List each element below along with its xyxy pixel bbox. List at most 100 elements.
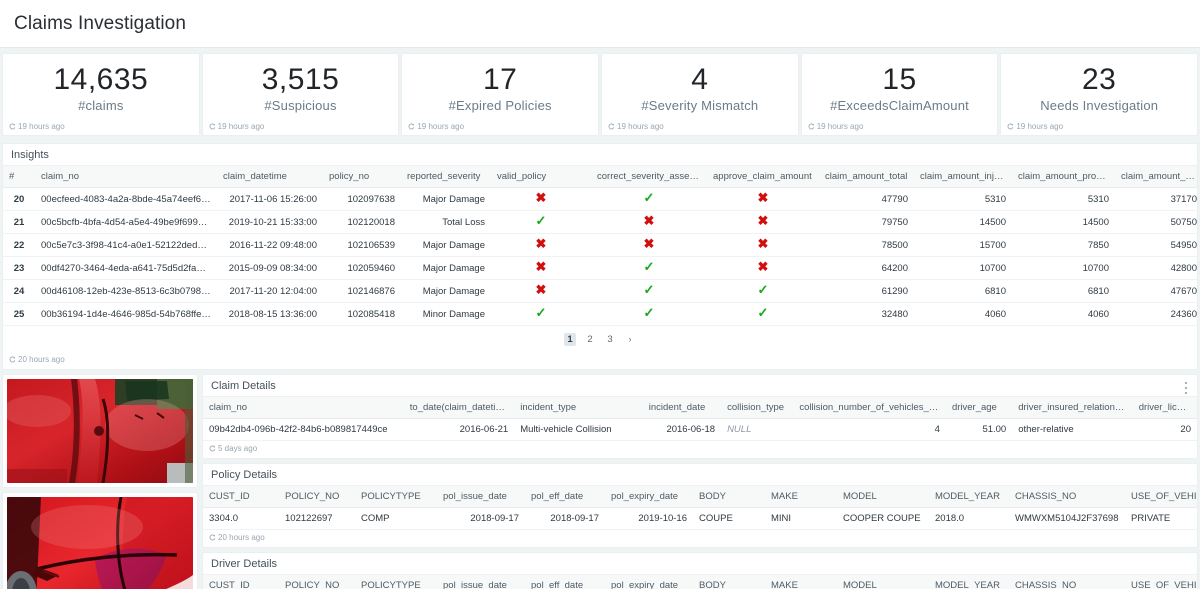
column-header[interactable]: claim_no (35, 166, 217, 188)
column-header[interactable]: incident_type (514, 397, 643, 419)
lower-section: Claim Details claim_noto_date(claim_date… (0, 370, 1200, 589)
kpi-value: 23 (1082, 63, 1116, 97)
cross-icon: ✖ (536, 190, 547, 205)
column-header[interactable]: incident_date (643, 397, 721, 419)
policy-cell-POLICY_NO: 102122697 (279, 508, 355, 530)
kpi-card-needs-investigation[interactable]: 23Needs Investigation19 hours ago (1000, 53, 1198, 136)
insights-table-scroll[interactable]: #claim_noclaim_datetimepolicy_noreported… (3, 165, 1197, 326)
table-row[interactable]: 2100c5bcfb-4bfa-4d54-a5e4-49be9f699ce720… (3, 211, 1197, 234)
column-header[interactable]: collision_type (721, 397, 793, 419)
cell-correct_severity_assessment: ✓ (591, 303, 707, 326)
damage-photo-1[interactable] (7, 379, 193, 483)
table-row[interactable]: 2300df4270-3464-4eda-a641-75d5d2fa3e2320… (3, 257, 1197, 280)
claim-details-overflow-menu-icon[interactable] (1181, 381, 1191, 395)
column-header[interactable]: # (3, 166, 35, 188)
column-header[interactable]: USE_OF_VEHICLE (1125, 486, 1197, 508)
pagination: 123 › (3, 326, 1197, 352)
kpi-card-exceedsclaimamount[interactable]: 15#ExceedsClaimAmount19 hours ago (801, 53, 999, 136)
cell-claim_amount_property: 7850 (1012, 234, 1115, 257)
column-header[interactable]: reported_severity (401, 166, 491, 188)
driver-details-table-scroll[interactable]: CUST_IDPOLICY_NOPOLICYTYPEpol_issue_date… (203, 574, 1197, 589)
damage-photo-2[interactable] (7, 497, 193, 589)
cell-approve_claim_amount: ✖ (707, 234, 819, 257)
column-header[interactable]: to_date(claim_datetime) (404, 397, 514, 419)
kpi-card-claims[interactable]: 14,635#claims19 hours ago (2, 53, 200, 136)
claim-details-timestamp: 5 days ago (218, 444, 257, 453)
kpi-label: #ExceedsClaimAmount (830, 98, 969, 113)
column-header[interactable]: claim_datetime (217, 166, 323, 188)
kpi-timestamp-label: 19 hours ago (18, 122, 65, 131)
table-row[interactable]: 2000ecfeed-4083-4a2a-8bde-45a74eef64e220… (3, 188, 1197, 211)
column-header[interactable]: USE_OF_VEHICLE (1125, 575, 1197, 589)
column-header[interactable]: correct_severity_assessment (591, 166, 707, 188)
column-header[interactable]: CHASSIS_NO (1009, 575, 1125, 589)
policy-details-table-scroll[interactable]: CUST_IDPOLICY_NOPOLICYTYPEpol_issue_date… (203, 485, 1197, 530)
column-header[interactable]: claim_amount_property (1012, 166, 1115, 188)
column-header[interactable]: pol_expiry_date (605, 486, 693, 508)
column-header[interactable]: MAKE (765, 486, 837, 508)
column-header[interactable]: MODEL_YEAR (929, 486, 1009, 508)
column-header[interactable]: approve_claim_amount (707, 166, 819, 188)
column-header[interactable]: collision_number_of_vehicles_involved (793, 397, 946, 419)
column-header[interactable]: driver_insured_relationship (1012, 397, 1132, 419)
claim-details-table-scroll[interactable]: claim_noto_date(claim_datetime)incident_… (203, 396, 1197, 441)
column-header[interactable]: MODEL (837, 575, 929, 589)
policy-cell-CHASSIS_NO: WMWXM5104J2F37698 (1009, 508, 1125, 530)
insights-table-head: #claim_noclaim_datetimepolicy_noreported… (3, 166, 1197, 188)
photo-column (2, 374, 198, 589)
pagination-page-2[interactable]: 2 (584, 333, 596, 346)
column-header[interactable]: claim_no (203, 397, 404, 419)
column-header[interactable]: valid_policy (491, 166, 591, 188)
insights-footer: 20 hours ago (3, 352, 1197, 369)
column-header[interactable]: driver_license_issu (1133, 397, 1197, 419)
column-header[interactable]: POLICYTYPE (355, 486, 437, 508)
table-row[interactable]: 2400d46108-12eb-423e-8513-6c3b0798e8e620… (3, 280, 1197, 303)
table-row[interactable]: 2500b36194-1d4e-4646-985d-54b768ffef4f20… (3, 303, 1197, 326)
column-header[interactable]: POLICYTYPE (355, 575, 437, 589)
column-header[interactable]: MAKE (765, 575, 837, 589)
kpi-card-severity-mismatch[interactable]: 4#Severity Mismatch19 hours ago (601, 53, 799, 136)
refresh-icon (209, 534, 216, 541)
details-column: Claim Details claim_noto_date(claim_date… (202, 374, 1198, 589)
column-header[interactable]: POLICY_NO (279, 486, 355, 508)
cell-claim_amount_total: 78500 (819, 234, 914, 257)
pagination-page-1[interactable]: 1 (564, 333, 576, 346)
kpi-value: 14,635 (53, 63, 148, 97)
column-header[interactable]: driver_age (946, 397, 1012, 419)
column-header[interactable]: POLICY_NO (279, 575, 355, 589)
policy-cell-USE_OF_VEHICLE: PRIVATE (1125, 508, 1197, 530)
cell-claim_amount_injury: 4060 (914, 303, 1012, 326)
column-header[interactable]: pol_expiry_date (605, 575, 693, 589)
column-header[interactable]: CUST_ID (203, 486, 279, 508)
kpi-timestamp: 19 hours ago (408, 122, 464, 131)
column-header[interactable]: CUST_ID (203, 575, 279, 589)
table-row[interactable]: 2200c5e7c3-3f98-41c4-a0e1-52122dedcf2a20… (3, 234, 1197, 257)
column-header[interactable]: MODEL_YEAR (929, 575, 1009, 589)
pagination-page-3[interactable]: 3 (604, 333, 616, 346)
column-header[interactable]: pol_issue_date (437, 486, 525, 508)
cell-valid_policy: ✓ (491, 211, 591, 234)
column-header[interactable]: BODY (693, 486, 765, 508)
pagination-next-icon[interactable]: › (624, 333, 636, 346)
column-header[interactable]: pol_eff_date (525, 486, 605, 508)
policy-details-title: Policy Details (203, 464, 1197, 485)
column-header[interactable]: claim_amount_vehicle (1115, 166, 1197, 188)
refresh-icon (1007, 123, 1014, 130)
column-header[interactable]: pol_eff_date (525, 575, 605, 589)
column-header[interactable]: claim_amount_injury (914, 166, 1012, 188)
column-header[interactable]: claim_amount_total (819, 166, 914, 188)
cell-claim_datetime: 2018-08-15 13:36:00 (217, 303, 323, 326)
column-header[interactable]: pol_issue_date (437, 575, 525, 589)
column-header[interactable]: policy_no (323, 166, 401, 188)
driver-details-title: Driver Details (203, 553, 1197, 574)
cell-policy_no: 102097638 (323, 188, 401, 211)
column-header[interactable]: BODY (693, 575, 765, 589)
cell-claim_datetime: 2016-11-22 09:48:00 (217, 234, 323, 257)
column-header[interactable]: CHASSIS_NO (1009, 486, 1125, 508)
column-header[interactable]: MODEL (837, 486, 929, 508)
cell-claim_amount_property: 4060 (1012, 303, 1115, 326)
kpi-card-expired-policies[interactable]: 17#Expired Policies19 hours ago (401, 53, 599, 136)
kpi-card-suspicious[interactable]: 3,515#Suspicious19 hours ago (202, 53, 400, 136)
cell-claim_amount_injury: 6810 (914, 280, 1012, 303)
cross-icon: ✖ (758, 190, 769, 205)
